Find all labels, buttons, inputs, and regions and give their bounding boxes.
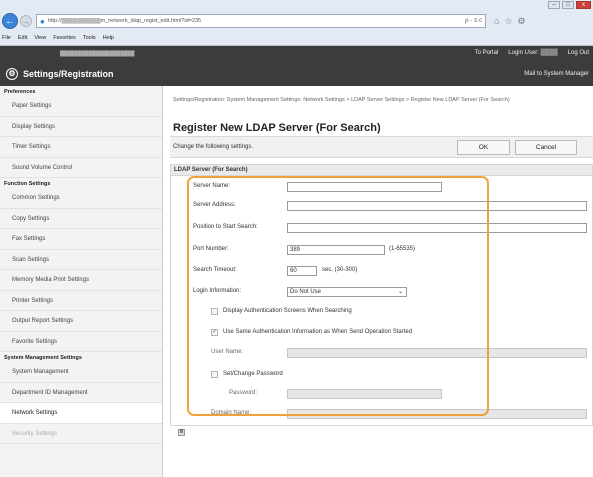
mail-to-system-manager-link[interactable]: Mail to System Manager <box>524 71 589 77</box>
sidebar-heading-function-settings: Function Settings <box>4 181 51 187</box>
forward-button[interactable]: → <box>20 15 32 27</box>
domain-name-label: Domain Name: <box>211 410 252 416</box>
main-content: Settings/Registration: System Management… <box>170 86 593 477</box>
cancel-button[interactable]: Cancel <box>515 140 577 155</box>
page-title: Register New LDAP Server (For Search) <box>173 122 381 134</box>
user-name-label: User Name: <box>211 349 244 355</box>
port-number-label: Port Number: <box>193 246 229 252</box>
user-name-input[interactable] <box>287 348 587 358</box>
set-change-password-label: Set/Change Password <box>223 371 283 377</box>
logout-link[interactable]: Log Out <box>568 50 589 56</box>
sidebar-item-timer-settings[interactable]: Timer Settings <box>0 137 162 158</box>
position-start-input[interactable] <box>287 223 587 233</box>
chevron-down-icon: ⌄ <box>397 289 403 295</box>
ldap-server-panel: LDAP Server (For Search) Server Name: Se… <box>170 164 593 426</box>
favorites-star-icon[interactable]: ☆ <box>504 16 512 27</box>
search-timeout-hint: sec. (30-300) <box>322 267 358 273</box>
sidebar-item-department-id[interactable]: Department ID Management <box>0 383 162 403</box>
menu-bar: File Edit View Favorites Tools Help <box>2 32 114 44</box>
login-information-label: Login Information: <box>193 288 242 294</box>
toolbar-icons: ⌂ ☆ ⚙ <box>494 16 526 27</box>
page-title-header: ⚙ Settings/Registration <box>6 68 114 80</box>
window-controls: – □ x <box>548 1 591 9</box>
login-information-value: Do Not Use <box>290 289 322 295</box>
sidebar-item-paper-settings[interactable]: Paper Settings <box>0 96 162 117</box>
panel-title: LDAP Server (For Search) <box>171 165 592 176</box>
sidebar-item-common-settings[interactable]: Common Settings <box>0 188 162 209</box>
password-label: Password: <box>229 390 258 396</box>
server-address-label: Server Address: <box>193 202 236 208</box>
sidebar-item-scan-settings[interactable]: Scan Settings <box>0 250 162 270</box>
back-button[interactable]: ← <box>2 13 18 29</box>
port-number-hint: (1-65535) <box>389 246 416 252</box>
page-info-icon[interactable]: ≣ <box>178 429 185 436</box>
set-change-password-checkbox[interactable] <box>211 371 218 378</box>
use-same-auth-label: Use Same Authentication Information as W… <box>223 329 413 335</box>
to-portal-link[interactable]: To Portal <box>475 50 499 56</box>
menu-view[interactable]: View <box>34 35 46 41</box>
search-timeout-input[interactable]: 60 <box>287 266 317 276</box>
sidebar: Preferences Paper Settings Display Setti… <box>0 86 163 477</box>
instruction-bar: Change the following settings. OK Cancel <box>170 136 593 158</box>
browser-chrome: – □ x ← → ● http://██████████m_network_l… <box>0 0 593 46</box>
login-user-label: Login User: ████ <box>508 50 558 56</box>
browser-logo-icon: ● <box>40 16 45 26</box>
search-timeout-label: Search Timeout: <box>193 267 237 273</box>
sidebar-item-favorite-settings[interactable]: Favorite Settings <box>0 332 162 352</box>
ok-button[interactable]: OK <box>457 140 510 155</box>
server-address-input[interactable] <box>287 201 587 211</box>
app-header: █████████████████████ To Portal Login Us… <box>0 46 593 86</box>
sidebar-item-copy-settings[interactable]: Copy Settings <box>0 209 162 229</box>
menu-tools[interactable]: Tools <box>83 35 96 41</box>
sidebar-item-security-settings[interactable]: Security Settings <box>0 424 162 444</box>
sidebar-item-system-management[interactable]: System Management <box>0 362 162 383</box>
instruction-text: Change the following settings. <box>173 144 254 150</box>
address-bar[interactable]: ● http://██████████m_network_ldap_regist… <box>36 14 486 28</box>
maximize-button[interactable]: □ <box>562 1 574 9</box>
settings-gear-icon: ⚙ <box>6 68 18 80</box>
navigation-row: ← → ● http://██████████m_network_ldap_re… <box>2 12 591 30</box>
use-same-auth-checkbox[interactable]: ✓ <box>211 329 218 336</box>
menu-help[interactable]: Help <box>103 35 114 41</box>
header-links: To Portal Login User: ████ Log Out <box>475 50 589 56</box>
menu-edit[interactable]: Edit <box>18 35 27 41</box>
breadcrumb: Settings/Registration: System Management… <box>173 97 510 103</box>
address-tools[interactable]: ρ - ≡ c <box>465 18 482 24</box>
menu-file[interactable]: File <box>2 35 11 41</box>
server-name-input[interactable] <box>287 182 442 192</box>
sidebar-item-printer-settings[interactable]: Printer Settings <box>0 291 162 311</box>
device-name-redacted: █████████████████████ <box>60 51 135 57</box>
password-input[interactable] <box>287 389 442 399</box>
app-title: Settings/Registration <box>23 69 114 79</box>
sidebar-item-display-settings[interactable]: Display Settings <box>0 117 162 137</box>
port-number-input[interactable]: 389 <box>287 245 385 255</box>
minimize-button[interactable]: – <box>548 1 560 9</box>
home-icon[interactable]: ⌂ <box>494 16 499 27</box>
sidebar-item-sound-volume[interactable]: Sound Volume Control <box>0 158 162 178</box>
sidebar-heading-system-management: System Management Settings <box>4 355 82 361</box>
server-name-label: Server Name: <box>193 183 231 189</box>
position-start-label: Position to Start Search: <box>193 224 258 230</box>
sidebar-item-output-report[interactable]: Output Report Settings <box>0 311 162 332</box>
gear-icon[interactable]: ⚙ <box>518 16 526 27</box>
sidebar-item-fax-settings[interactable]: Fax Settings <box>0 229 162 250</box>
display-auth-label: Display Authentication Screens When Sear… <box>223 308 352 314</box>
display-auth-checkbox[interactable] <box>211 308 218 315</box>
address-url: http://██████████m_network_ldap_regist_e… <box>47 18 202 24</box>
close-window-button[interactable]: x <box>576 1 591 9</box>
menu-favorites[interactable]: Favorites <box>53 35 76 41</box>
sidebar-item-memory-media[interactable]: Memory Media Print Settings <box>0 270 162 291</box>
sidebar-item-network-settings[interactable]: Network Settings <box>0 403 162 424</box>
login-information-select[interactable]: Do Not Use ⌄ <box>287 287 407 297</box>
sidebar-heading-preferences: Preferences <box>4 89 36 95</box>
domain-name-input[interactable] <box>287 409 587 419</box>
